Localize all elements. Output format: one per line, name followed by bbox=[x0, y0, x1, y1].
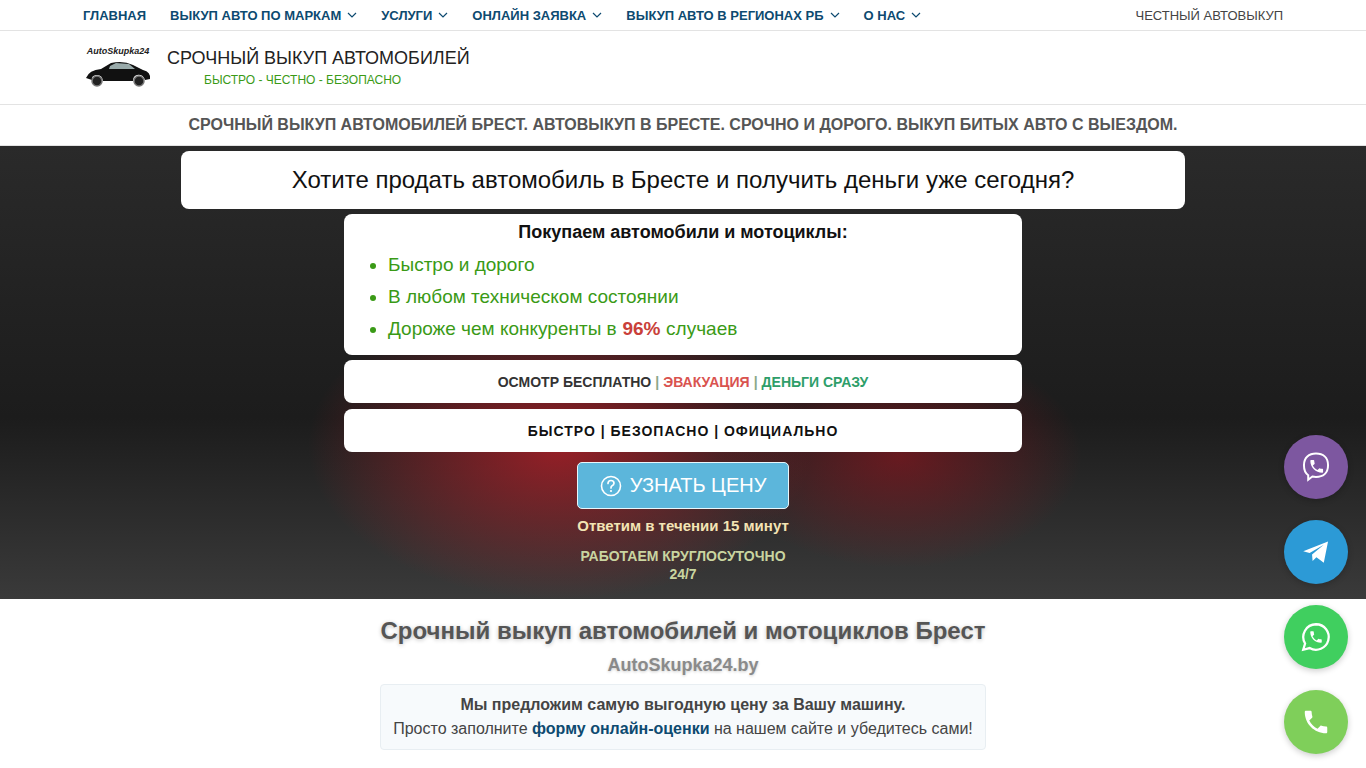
feature-item: Быстро и дорого bbox=[388, 249, 1006, 281]
feature-item: В любом техническом состоянии bbox=[388, 281, 1006, 313]
benefit-label: | bbox=[754, 374, 758, 390]
chevron-down-icon bbox=[911, 12, 921, 18]
whatsapp-button[interactable] bbox=[1284, 605, 1348, 669]
site-title: СРОЧНЫЙ ВЫКУП АВТОМОБИЛЕЙ bbox=[167, 48, 470, 69]
car-logo-icon bbox=[83, 56, 153, 88]
nav-item[interactable]: ВЫКУП АВТО ПО МАРКАМ bbox=[170, 8, 357, 23]
phone-icon bbox=[1301, 707, 1331, 737]
chevron-down-icon bbox=[592, 12, 602, 18]
features-title: Покупаем автомобили и мотоциклы: bbox=[360, 222, 1006, 243]
features-card: Покупаем автомобили и мотоциклы: Быстро … bbox=[344, 214, 1022, 355]
page-title-strip: СРОЧНЫЙ ВЫКУП АВТОМОБИЛЕЙ БРЕСТ. АВТОВЫК… bbox=[0, 105, 1366, 146]
nav-item[interactable]: ОНЛАЙН ЗАЯВКА bbox=[472, 8, 602, 23]
benefits-card: ОСМОТР БЕСПЛАТНО|ЭВАКУАЦИЯ|ДЕНЬГИ СРАЗУ bbox=[344, 360, 1022, 403]
logo-text: AutoSkupka24 bbox=[87, 47, 150, 56]
viber-button[interactable] bbox=[1284, 435, 1348, 499]
question-icon bbox=[600, 475, 622, 497]
nav-item[interactable]: ГЛАВНАЯ bbox=[83, 8, 146, 23]
site-subtitle: БЫСТРО - ЧЕСТНО - БЕЗОПАСНО bbox=[167, 73, 470, 87]
nav-right-link[interactable]: ЧЕСТНЫЙ АВТОВЫКУП bbox=[1135, 8, 1283, 23]
top-nav: ГЛАВНАЯ ВЫКУП АВТО ПО МАРКАМ УСЛУГИ ОНЛА… bbox=[0, 0, 1366, 31]
contact-buttons bbox=[1284, 435, 1348, 754]
chevron-down-icon bbox=[830, 12, 840, 18]
intro: Срочный выкуп автомобилей и мотоциклов Б… bbox=[0, 599, 1366, 750]
phone-button[interactable] bbox=[1284, 690, 1348, 754]
whatsapp-icon bbox=[1299, 620, 1333, 654]
nav-item[interactable]: ВЫКУП АВТО В РЕГИОНАХ РБ bbox=[626, 8, 839, 23]
response-note: Ответим в течении 15 минут bbox=[577, 517, 789, 534]
site-header: AutoSkupka24 СРОЧНЫЙ ВЫКУП АВТОМОБИЛЕЙ Б… bbox=[0, 31, 1366, 105]
viber-icon bbox=[1299, 450, 1333, 484]
benefit-label: ЭВАКУАЦИЯ bbox=[663, 374, 750, 390]
feature-item: Дороже чем конкуренты в96%случаев bbox=[388, 313, 1006, 345]
estimate-form-link[interactable]: форму онлайн-оценки bbox=[532, 720, 709, 737]
chevron-down-icon bbox=[438, 12, 448, 18]
nav-item[interactable]: УСЛУГИ bbox=[381, 8, 448, 23]
benefit-label: ОСМОТР БЕСПЛАТНО bbox=[498, 374, 652, 390]
intro-heading: Срочный выкуп автомобилей и мотоциклов Б… bbox=[380, 617, 985, 645]
intro-box: Мы предложим самую выгодную цену за Вашу… bbox=[380, 684, 986, 750]
motto-card: БЫСТРО | БЕЗОПАСНО | ОФИЦИАЛЬНО bbox=[344, 409, 1022, 452]
telegram-button[interactable] bbox=[1284, 520, 1348, 584]
page: ГЛАВНАЯ ВЫКУП АВТО ПО МАРКАМ УСЛУГИ ОНЛА… bbox=[0, 0, 1366, 768]
nav-item[interactable]: О НАС bbox=[864, 8, 922, 23]
telegram-icon bbox=[1299, 535, 1333, 569]
benefit-label: | bbox=[655, 374, 659, 390]
chevron-down-icon bbox=[347, 12, 357, 18]
get-price-button[interactable]: УЗНАТЬ ЦЕНУ bbox=[577, 462, 790, 509]
working-hours: РАБОТАЕМ КРУГЛОСУТОЧНО24/7 bbox=[580, 547, 785, 583]
hero-headline: Хотите продать автомобиль в Бресте и пол… bbox=[181, 151, 1185, 209]
site-name: AutoSkupka24.by bbox=[607, 655, 758, 676]
hero: Хотите продать автомобиль в Бресте и пол… bbox=[0, 146, 1366, 599]
benefit-label: ДЕНЬГИ СРАЗУ bbox=[762, 374, 869, 390]
logo[interactable]: AutoSkupka24 bbox=[83, 47, 153, 88]
